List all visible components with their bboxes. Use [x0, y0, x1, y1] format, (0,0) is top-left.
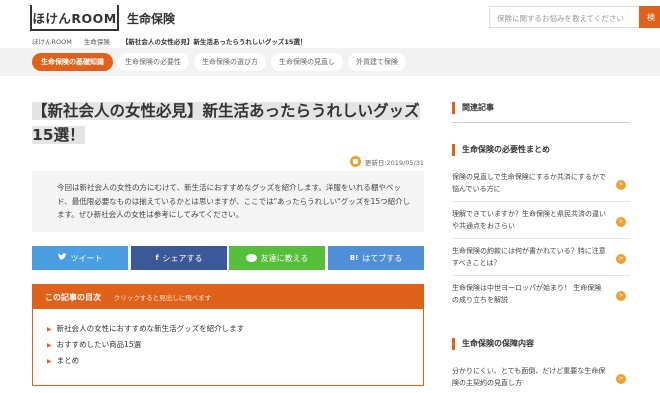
breadcrumb-category[interactable]: 生命保険	[84, 36, 110, 46]
hatena-share-button[interactable]: B! はてブする	[328, 246, 424, 270]
facebook-icon: f	[155, 254, 159, 262]
related-articles-heading: 関連記事	[452, 102, 630, 114]
updated-date: 更新日:2019/05/31	[349, 156, 424, 167]
sidebar-article-title: 保険の見直しで生命保険にするか共済にするかで悩んでいる方に	[452, 173, 606, 193]
triangle-right-icon: ▶	[47, 326, 52, 333]
toc-header: この記事の目次 クリックすると見出しに飛べます	[33, 285, 423, 309]
sidebar-article-title: 生命保険の約款には何が書かれている？特に注意すべきことは？	[452, 247, 606, 267]
toc-item-label: おすすめしたい商品15選	[56, 340, 142, 349]
triangle-right-icon: ▶	[47, 342, 52, 349]
calendar-icon	[349, 156, 361, 167]
sidebar-article-link[interactable]: 保険の見直しで生命保険にするか共済にするかで悩んでいる方に	[452, 172, 630, 195]
tab-necessity[interactable]: 生命保険の必要性	[117, 53, 189, 71]
sidebar-article-link[interactable]: 理解できていますか？生命保険と県民共済の違いや共通点をおさらい	[452, 209, 630, 232]
site-section-title[interactable]: 生命保険	[127, 10, 175, 27]
search-button[interactable]: 検	[639, 6, 660, 28]
toc-item[interactable]: ▶ 新社会人の女性におすすめな新生活グッズを紹介します	[47, 321, 423, 337]
sidebar-article-title: 生命保険は中世ヨーロッパが始まり！ 生命保険の成り立ちを解説	[452, 284, 602, 304]
triangle-right-icon: ▶	[47, 358, 52, 365]
arrow-right-icon: >	[616, 291, 626, 301]
arrow-right-icon: >	[616, 254, 626, 264]
toc-item-label: 新社会人の女性におすすめな新生活グッズを紹介します	[56, 324, 245, 333]
toc-title: この記事の目次	[45, 293, 101, 302]
sidebar-article-title: 理解できていますか？生命保険と県民共済の違いや共通点をおさらい	[452, 210, 606, 230]
table-of-contents: この記事の目次 クリックすると見出しに飛べます ▶ 新社会人の女性におすすめな新生…	[32, 284, 424, 386]
line-icon	[245, 254, 257, 262]
sidebar-article-link[interactable]: 生命保険は中世ヨーロッパが始まり！ 生命保険の成り立ちを解説	[452, 283, 630, 306]
hatena-share-label: はてブする	[362, 253, 403, 263]
toc-list: ▶ 新社会人の女性におすすめな新生活グッズを紹介します ▶ おすすめしたい商品15選…	[33, 309, 423, 369]
hatena-icon: B!	[349, 254, 359, 262]
breadcrumb: ほけんROOM 生命保険 【新社会人の女性必見】新生活あったらうれしいグッズ15…	[32, 36, 306, 46]
line-share-label: 友達に教える	[260, 253, 309, 263]
search-input[interactable]: 保険に関するお悩みを教えてください	[489, 6, 639, 28]
tab-foreign-currency[interactable]: 外貨建て保険	[348, 53, 406, 71]
twitter-icon	[57, 253, 67, 263]
toc-item[interactable]: ▶ まとめ	[47, 353, 423, 369]
sidebar-divider	[452, 201, 630, 202]
tab-how-to-choose[interactable]: 生命保険の選び方	[194, 53, 266, 71]
article-title-text: 【新社会人の女性必見】新生活あったらうれしいグッズ15選！	[32, 102, 420, 144]
arrow-right-icon: >	[616, 217, 626, 227]
coverage-heading: 生命保険の保障内容	[452, 338, 630, 350]
arrow-right-icon: >	[616, 374, 626, 384]
facebook-share-label: シェアする	[162, 253, 203, 263]
sidebar-divider	[452, 238, 630, 239]
tab-basics[interactable]: 生命保険の基礎知識	[32, 53, 113, 71]
article-intro: 今回は新社会人の女性の方にむけて、新生活におすすめなグッズを紹介します。洋服をい…	[32, 171, 424, 232]
arrow-right-icon: >	[616, 180, 626, 190]
sidebar-article-link[interactable]: 分かりにくい、とても面倒、だけど重要な生命保険の主契約の見直し方	[452, 366, 630, 389]
necessity-summary-heading: 生命保険の必要性まとめ	[452, 144, 630, 156]
breadcrumb-current: 【新社会人の女性必見】新生活あったらうれしいグッズ15選！	[121, 38, 307, 46]
facebook-share-button[interactable]: f シェアする	[131, 246, 227, 270]
line-share-button[interactable]: 友達に教える	[229, 246, 325, 270]
article-title: 【新社会人の女性必見】新生活あったらうれしいグッズ15選！	[32, 99, 424, 147]
sidebar-divider	[452, 275, 630, 276]
sidebar-article-link[interactable]: 生命保険の約款には何が書かれている？特に注意すべきことは？	[452, 246, 630, 269]
toc-hint: クリックすると見出しに飛べます	[113, 294, 212, 302]
sidebar-rule	[452, 122, 630, 123]
updated-date-text: 更新日:2019/05/31	[364, 158, 424, 167]
site-logo[interactable]: ほけんROOM	[30, 5, 119, 31]
site-header: ほけんROOM 生命保険 保険に関するお悩みを教えてください 検	[0, 0, 660, 34]
toc-item-label: まとめ	[56, 356, 80, 365]
twitter-share-label: ツイート	[70, 253, 103, 263]
toc-item[interactable]: ▶ おすすめしたい商品15選	[47, 337, 423, 353]
breadcrumb-home[interactable]: ほけんROOM	[32, 36, 72, 46]
tab-review[interactable]: 生命保険の見直し	[271, 53, 343, 71]
sidebar-article-title: 分かりにくい、とても面倒、だけど重要な生命保険の主契約の見直し方	[452, 367, 606, 387]
twitter-share-button[interactable]: ツイート	[32, 246, 128, 270]
